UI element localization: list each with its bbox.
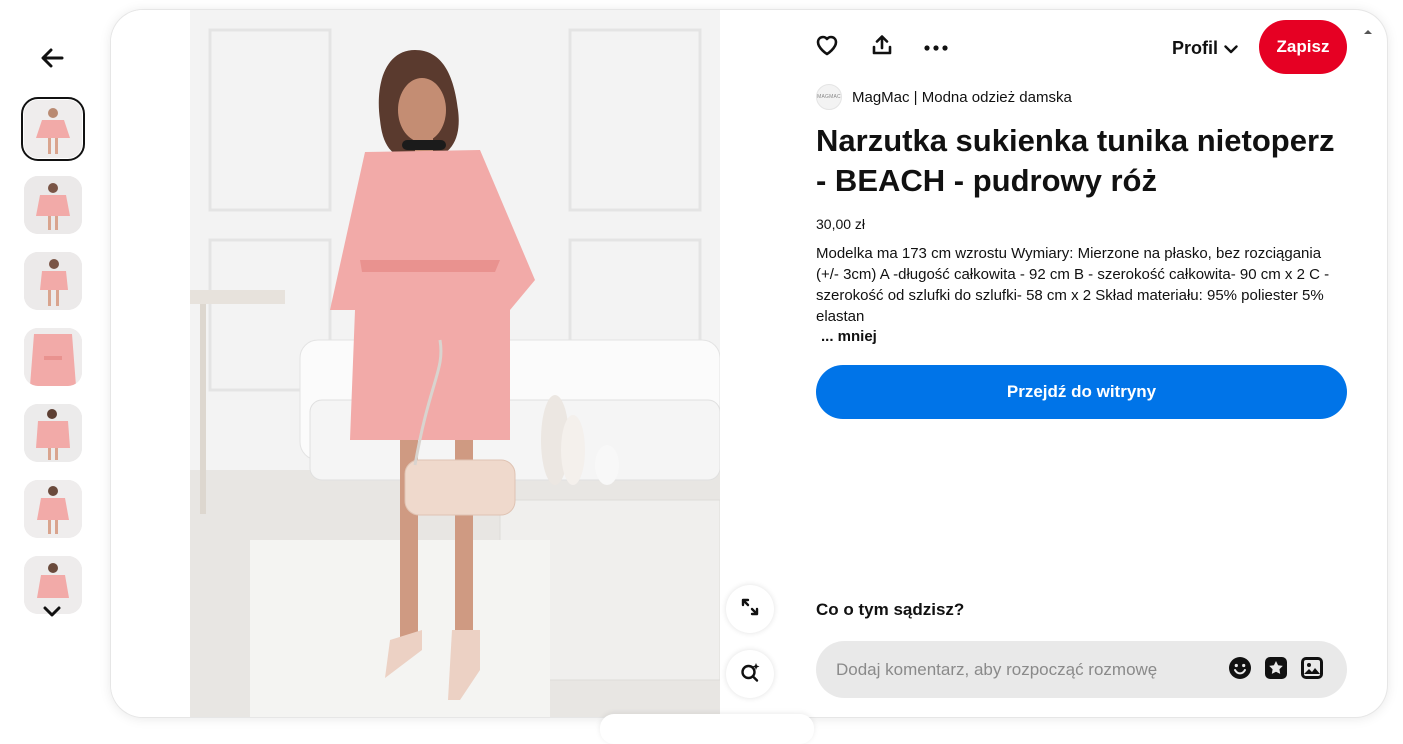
bottom-sheet-edge bbox=[600, 714, 814, 744]
ellipsis-icon bbox=[924, 38, 948, 56]
board-picker[interactable]: Profil bbox=[1172, 34, 1238, 62]
comment-composer bbox=[816, 641, 1347, 698]
pin-source: MAGMAC MagMac | Modna odzież damska bbox=[816, 84, 1072, 110]
thumbnail-strip bbox=[21, 97, 85, 632]
source-logo-text: MAGMAC bbox=[817, 94, 841, 100]
share-button[interactable] bbox=[868, 33, 896, 61]
sticker-icon bbox=[1264, 656, 1288, 685]
more-options-button[interactable] bbox=[922, 33, 950, 61]
comments-heading: Co o tym sądzisz? bbox=[816, 600, 965, 619]
pin-image[interactable] bbox=[190, 10, 720, 717]
source-name-link[interactable]: MagMac | Modna odzież damska bbox=[852, 89, 1072, 106]
chevron-down-icon bbox=[43, 605, 61, 623]
thumbnail-4[interactable] bbox=[24, 328, 82, 386]
board-picker-label: Profil bbox=[1172, 37, 1219, 58]
scroll-up-icon[interactable] bbox=[1363, 24, 1373, 34]
thumbnail-2[interactable] bbox=[24, 176, 82, 234]
thumbnail-1[interactable] bbox=[21, 97, 85, 161]
pin-title: Narzutka sukienka tunika nietoperz - BEA… bbox=[816, 123, 1335, 198]
emoji-icon bbox=[1228, 656, 1252, 685]
source-logo[interactable]: MAGMAC bbox=[816, 84, 842, 110]
thumbnail-5[interactable] bbox=[24, 404, 82, 462]
pin-media bbox=[111, 10, 798, 717]
comment-input[interactable] bbox=[836, 659, 1226, 680]
chevron-down-icon bbox=[1224, 38, 1238, 59]
thumbnail-6[interactable] bbox=[24, 480, 82, 538]
pin-closeup-card: Profil Zapisz MAGMAC MagMac | Modna odzi… bbox=[111, 10, 1387, 717]
panel-scrollbar[interactable] bbox=[1352, 10, 1387, 717]
back-button[interactable] bbox=[32, 40, 72, 80]
save-button[interactable]: Zapisz bbox=[1259, 20, 1347, 74]
expand-button[interactable] bbox=[726, 585, 774, 633]
heart-icon bbox=[815, 34, 839, 61]
thumbnails-scroll-down-button[interactable] bbox=[40, 604, 64, 624]
image-upload-button[interactable] bbox=[1299, 656, 1325, 685]
visual-search-button[interactable] bbox=[726, 650, 774, 698]
emoji-button[interactable] bbox=[1227, 656, 1253, 685]
pin-toolbar: Profil Zapisz bbox=[816, 20, 1352, 74]
image-icon bbox=[1300, 656, 1324, 685]
pin-description: Modelka ma 173 cm wzrostu Wymiary: Mierz… bbox=[816, 245, 1330, 325]
show-less-link[interactable]: ... mniej bbox=[821, 328, 877, 345]
visual-search-icon bbox=[739, 661, 761, 688]
pin-details-panel: Profil Zapisz MAGMAC MagMac | Modna odzi… bbox=[816, 10, 1352, 717]
visit-site-button[interactable]: Przejdź do witryny bbox=[816, 365, 1347, 419]
share-icon bbox=[871, 34, 893, 61]
like-button[interactable] bbox=[813, 33, 841, 61]
thumbnail-3[interactable] bbox=[24, 252, 82, 310]
product-photo bbox=[190, 10, 720, 717]
arrow-left-icon bbox=[40, 48, 64, 73]
sticker-button[interactable] bbox=[1263, 656, 1289, 685]
expand-icon bbox=[740, 597, 760, 622]
product-price: 30,00 zł bbox=[816, 216, 866, 232]
